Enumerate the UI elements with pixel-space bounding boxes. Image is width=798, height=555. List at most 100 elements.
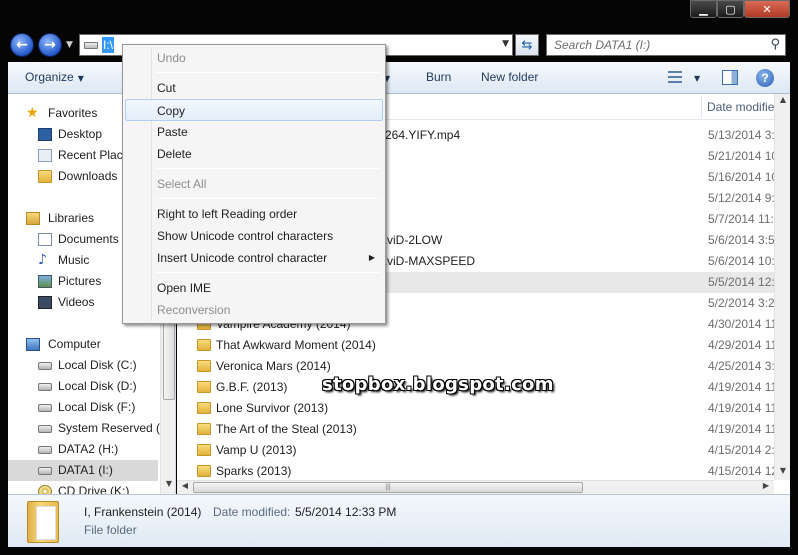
minimize-button[interactable]: ▁ bbox=[690, 0, 717, 18]
help-icon[interactable]: ? bbox=[756, 69, 774, 87]
menu-item-copy[interactable]: Copy bbox=[125, 99, 383, 121]
file-date-modified: 5/13/2014 3: bbox=[708, 128, 775, 142]
menu-separator bbox=[155, 168, 381, 169]
back-button[interactable]: ← bbox=[10, 33, 34, 57]
search-box[interactable]: Search DATA1 (I:) ⚲ bbox=[546, 34, 786, 56]
details-pane: I, Frankenstein (2014) Date modified: 5/… bbox=[8, 494, 790, 547]
nav-local-disk-f[interactable]: Local Disk (F:) bbox=[8, 397, 158, 418]
details-item-name: I, Frankenstein (2014) bbox=[84, 505, 202, 519]
watermark-text: stopbox.blogspot.com bbox=[322, 374, 554, 395]
file-name: The Art of the Steal (2013) bbox=[216, 422, 357, 436]
search-input[interactable]: Search DATA1 (I:) bbox=[554, 38, 650, 52]
menu-label: Show Unicode control characters bbox=[157, 229, 334, 243]
computer-icon bbox=[26, 338, 40, 351]
scroll-down-icon[interactable]: ▼ bbox=[775, 466, 790, 480]
nav-label: Favorites bbox=[48, 106, 98, 120]
file-date-modified: 5/6/2014 3:5 bbox=[708, 233, 775, 247]
desktop-icon bbox=[38, 128, 52, 141]
file-row[interactable]: The Art of the Steal (2013) 4/19/2014 11 bbox=[177, 419, 777, 440]
menu-item-delete[interactable]: Delete bbox=[125, 143, 383, 165]
folder-icon bbox=[197, 444, 211, 456]
refresh-button[interactable]: ⇆ bbox=[515, 34, 539, 56]
nav-data1[interactable]: DATA1 (I:) bbox=[8, 460, 158, 481]
file-list-hscrollbar[interactable]: ◀ ||| ▶ bbox=[177, 480, 774, 494]
column-header-date-modified[interactable]: Date modified bbox=[707, 100, 781, 114]
file-row[interactable]: Vamp U (2013) 4/15/2014 2: bbox=[177, 440, 775, 461]
search-icon[interactable]: ⚲ bbox=[770, 37, 780, 52]
scroll-left-icon[interactable]: ◀ bbox=[177, 481, 193, 494]
nav-label: Videos bbox=[58, 295, 95, 309]
pictures-icon bbox=[38, 275, 52, 288]
menu-item-insert-unicode[interactable]: Insert Unicode control character ▶ bbox=[125, 247, 383, 269]
forward-button[interactable]: → bbox=[38, 33, 62, 57]
file-date-modified: 5/2/2014 3:2 bbox=[708, 296, 775, 310]
address-dropdown-icon[interactable]: ▼ bbox=[502, 39, 509, 49]
menu-item-show-unicode[interactable]: Show Unicode control characters bbox=[125, 225, 383, 247]
file-date-modified: 4/15/2014 2: bbox=[708, 443, 775, 457]
maximize-button[interactable]: ▢ bbox=[717, 0, 744, 18]
libraries-icon bbox=[26, 212, 40, 225]
scroll-down-icon[interactable]: ▼ bbox=[161, 479, 175, 493]
nav-computer[interactable]: Computer bbox=[8, 334, 158, 355]
preview-pane-icon[interactable] bbox=[722, 70, 738, 85]
close-button[interactable]: ✕ bbox=[744, 0, 790, 18]
minimize-icon: ▁ bbox=[699, 2, 708, 16]
file-date-modified: 4/15/2014 12 bbox=[708, 464, 779, 478]
organize-button[interactable]: Organize ▼ bbox=[25, 70, 84, 84]
nav-label: Pictures bbox=[58, 274, 102, 288]
star-icon: ★ bbox=[26, 105, 39, 121]
menu-item-open-ime[interactable]: Open IME bbox=[125, 277, 383, 299]
chevron-down-icon: ▼ bbox=[694, 74, 701, 83]
file-name: Sparks (2013) bbox=[216, 464, 292, 478]
menu-item-undo[interactable]: Undo bbox=[125, 47, 383, 69]
address-input[interactable]: I:\ bbox=[102, 37, 115, 53]
nav-system-reserved[interactable]: System Reserved (G:) bbox=[8, 418, 175, 439]
views-icon[interactable] bbox=[668, 71, 682, 83]
file-date-modified: 5/5/2014 12: bbox=[708, 275, 775, 289]
menu-label: Delete bbox=[157, 147, 192, 161]
file-date-modified: 5/16/2014 10 bbox=[708, 170, 779, 184]
nav-local-disk-d[interactable]: Local Disk (D:) bbox=[8, 376, 158, 397]
drive-icon bbox=[38, 425, 52, 433]
scroll-up-icon[interactable]: ▲ bbox=[775, 95, 790, 109]
menu-item-select-all[interactable]: Select All bbox=[125, 173, 383, 195]
menu-separator bbox=[155, 198, 381, 199]
nav-label: DATA2 (H:) bbox=[58, 442, 119, 456]
folder-thumbnail-icon bbox=[27, 501, 59, 543]
recent-pages-dropdown[interactable]: ▼ bbox=[66, 40, 73, 50]
file-date-modified: 5/21/2014 10 bbox=[708, 149, 779, 163]
submenu-arrow-icon: ▶ bbox=[368, 253, 375, 262]
views-dropdown-button[interactable]: ▼ bbox=[690, 70, 700, 84]
menu-label: Undo bbox=[157, 51, 186, 65]
menu-item-rtl-reading-order[interactable]: Right to left Reading order bbox=[125, 203, 383, 225]
menu-label: Open IME bbox=[157, 281, 212, 295]
drive-icon bbox=[38, 383, 52, 391]
menu-label: Copy bbox=[157, 104, 186, 118]
nav-local-disk-c[interactable]: Local Disk (C:) bbox=[8, 355, 158, 376]
nav-label: Local Disk (D:) bbox=[58, 379, 137, 393]
nav-label: Local Disk (C:) bbox=[58, 358, 137, 372]
back-arrow-icon: ← bbox=[16, 37, 28, 53]
scroll-right-icon[interactable]: ▶ bbox=[758, 481, 774, 494]
burn-button[interactable]: Burn bbox=[426, 70, 451, 84]
menu-item-paste[interactable]: Paste bbox=[125, 121, 383, 143]
menu-item-cut[interactable]: Cut bbox=[125, 77, 383, 99]
file-list-vscrollbar[interactable]: ▲ ▼ bbox=[774, 94, 790, 480]
file-row[interactable]: That Awkward Moment (2014) 4/29/2014 11 bbox=[177, 335, 777, 356]
column-divider[interactable] bbox=[701, 96, 702, 118]
folder-icon bbox=[197, 402, 211, 414]
hscroll-thumb[interactable]: ||| bbox=[193, 482, 583, 493]
file-row[interactable]: Sparks (2013) 4/15/2014 12 bbox=[177, 461, 778, 482]
menu-item-reconversion[interactable]: Reconversion bbox=[125, 299, 383, 321]
documents-icon bbox=[38, 233, 52, 246]
details-item-type: File folder bbox=[84, 523, 137, 537]
music-icon: ♪ bbox=[38, 252, 47, 268]
file-date-modified: 5/12/2014 9: bbox=[708, 191, 775, 205]
nav-cd-drive[interactable]: CD Drive (K:) bbox=[8, 481, 158, 494]
nav-data2[interactable]: DATA2 (H:) bbox=[8, 439, 158, 460]
downloads-folder-icon bbox=[38, 170, 52, 183]
new-folder-button[interactable]: New folder bbox=[481, 70, 538, 84]
file-row[interactable]: Lone Survivor (2013) 4/19/2014 11 bbox=[177, 398, 777, 419]
nav-label: CD Drive (K:) bbox=[58, 484, 130, 494]
menu-label: Reconversion bbox=[157, 303, 231, 317]
